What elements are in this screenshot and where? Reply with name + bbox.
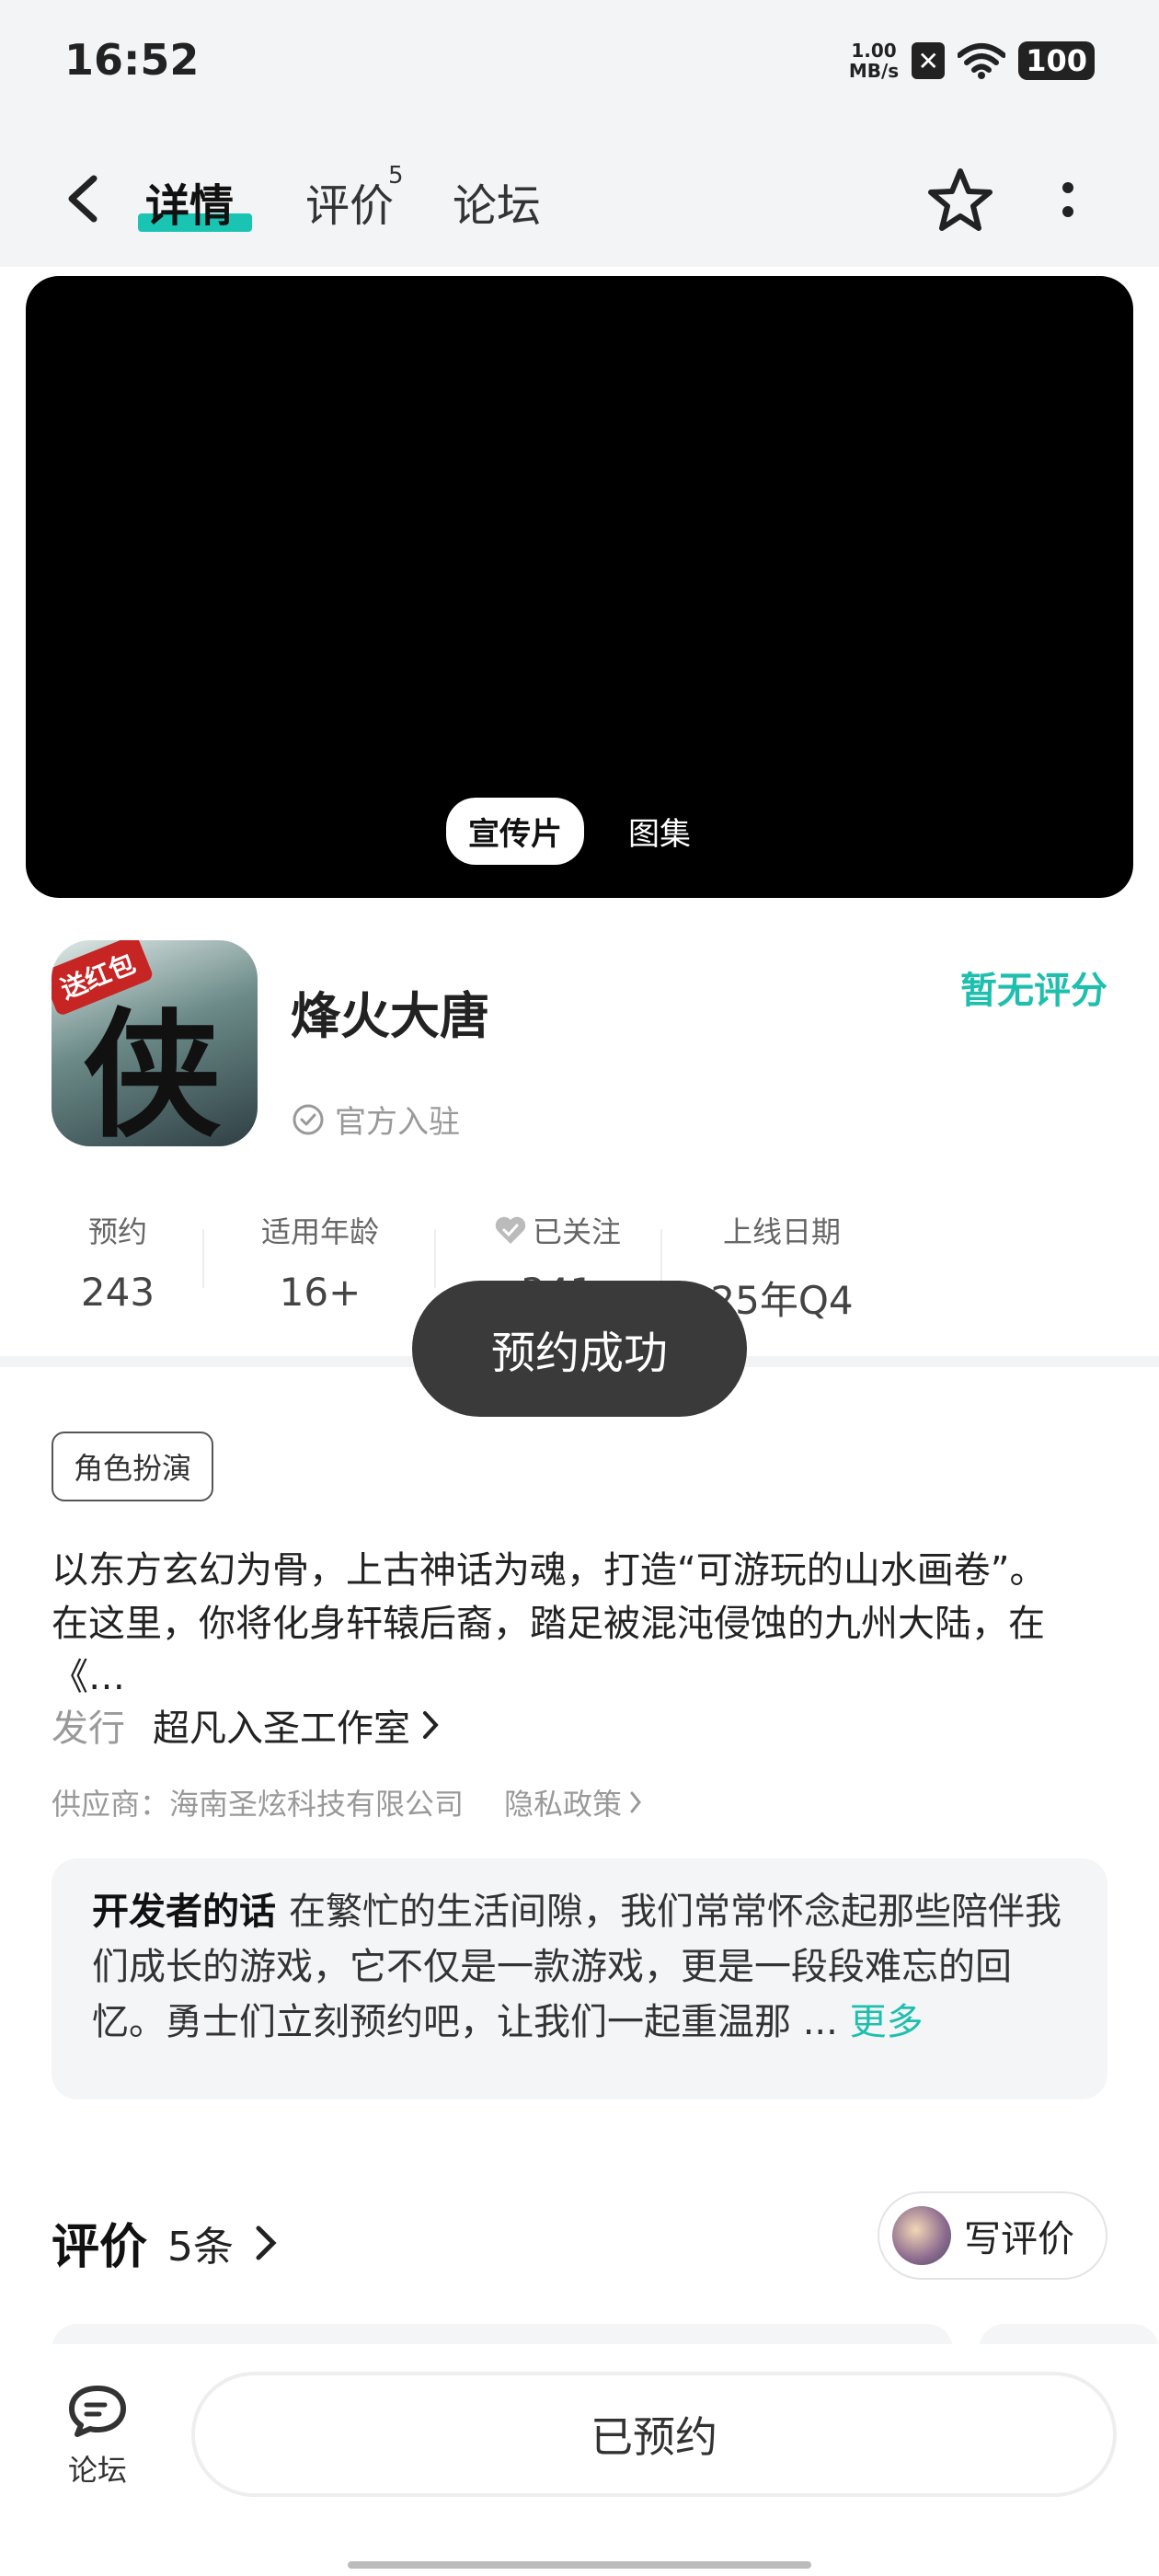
developer-note-more-link[interactable]: 更多 <box>850 2001 924 2043</box>
app-name: 烽火大唐 <box>291 987 489 1045</box>
supplier-row: 供应商：海南圣炫科技有限公司 隐私政策 <box>52 1781 642 1823</box>
back-arrow-icon[interactable] <box>61 173 107 224</box>
favorite-star-icon[interactable] <box>924 164 997 237</box>
tab-forum[interactable]: 论坛 <box>453 169 541 234</box>
bottom-action-bar: 论坛 已预约 <box>0 2344 1159 2576</box>
app-icon-character: 侠 <box>83 996 222 1146</box>
avatar <box>892 2206 951 2265</box>
trailer-pill[interactable]: 宣传片 <box>446 798 584 865</box>
status-icons: 1.00 MB/s ✕ 100 <box>849 40 1095 81</box>
battery-indicator: 100 <box>1018 41 1095 80</box>
no-sim-icon: ✕ <box>912 42 946 79</box>
gallery-pill[interactable]: 图集 <box>606 798 713 865</box>
tab-details[interactable]: 详情 <box>145 169 234 234</box>
forum-button[interactable]: 论坛 <box>61 2383 134 2490</box>
tab-reviews[interactable]: 评价 <box>305 169 394 234</box>
publisher-label: 发行 <box>52 1708 125 1750</box>
reserved-button[interactable]: 已预约 <box>191 2372 1117 2497</box>
media-switcher: 宣传片 图集 <box>26 798 1133 865</box>
write-review-button[interactable]: 写评价 <box>878 2191 1107 2280</box>
network-speed: 1.00 MB/s <box>848 40 900 82</box>
reviews-count: 5条 <box>167 2223 235 2271</box>
developer-note-title: 开发者的话 <box>92 1891 276 1933</box>
top-nav: 详情 评价 5 论坛 <box>0 129 1159 267</box>
status-time: 16:52 <box>64 35 200 85</box>
review-count-badge: 5 <box>388 162 404 190</box>
promo-video-player[interactable]: 宣传片 图集 <box>26 276 1133 898</box>
stat-divider <box>660 1229 662 1288</box>
reviews-title: 评价 <box>52 2220 148 2275</box>
stat-reservations: 预约 243 <box>80 1214 155 1315</box>
stat-divider <box>202 1229 204 1288</box>
wifi-icon <box>958 43 1006 79</box>
status-bar: 16:52 1.00 MB/s ✕ 100 <box>0 0 1159 129</box>
reservation-success-toast: 预约成功 <box>412 1281 747 1417</box>
chat-bubble-icon <box>69 2386 126 2437</box>
official-badge: 官方入驻 <box>291 1097 460 1142</box>
chevron-right-icon <box>256 2225 277 2260</box>
chevron-right-icon <box>630 1791 641 1813</box>
check-circle-icon <box>293 1104 324 1134</box>
app-icon: 送红包 侠 <box>52 940 258 1146</box>
stat-divider <box>434 1229 436 1288</box>
privacy-policy-link[interactable]: 隐私政策 <box>504 1781 642 1823</box>
chevron-right-icon <box>423 1711 439 1739</box>
heart-check-icon <box>495 1216 526 1244</box>
rating-status: 暂无评分 <box>960 970 1107 1012</box>
genre-tag[interactable]: 角色扮演 <box>52 1432 214 1501</box>
home-indicator[interactable] <box>348 2561 811 2569</box>
more-options-icon[interactable] <box>1054 175 1082 230</box>
publisher-row[interactable]: 发行 超凡入圣工作室 <box>52 1698 440 1752</box>
game-description[interactable]: 以东方玄幻为骨，上古神话为魂，打造“可游玩的山水画卷”。 在这里，你将化身轩辕后… <box>52 1544 1109 1704</box>
publisher-name: 超凡入圣工作室 <box>153 1708 410 1750</box>
supplier-info: 供应商：海南圣炫科技有限公司 <box>52 1787 465 1822</box>
reviews-header[interactable]: 评价 5条 <box>52 2208 278 2277</box>
stat-age-rating: 适用年龄 16+ <box>260 1214 379 1315</box>
developer-note[interactable]: 开发者的话 在繁忙的生活间隙，我们常常怀念起那些陪伴我们成长的游戏，它不仅是一款游… <box>52 1858 1107 2099</box>
